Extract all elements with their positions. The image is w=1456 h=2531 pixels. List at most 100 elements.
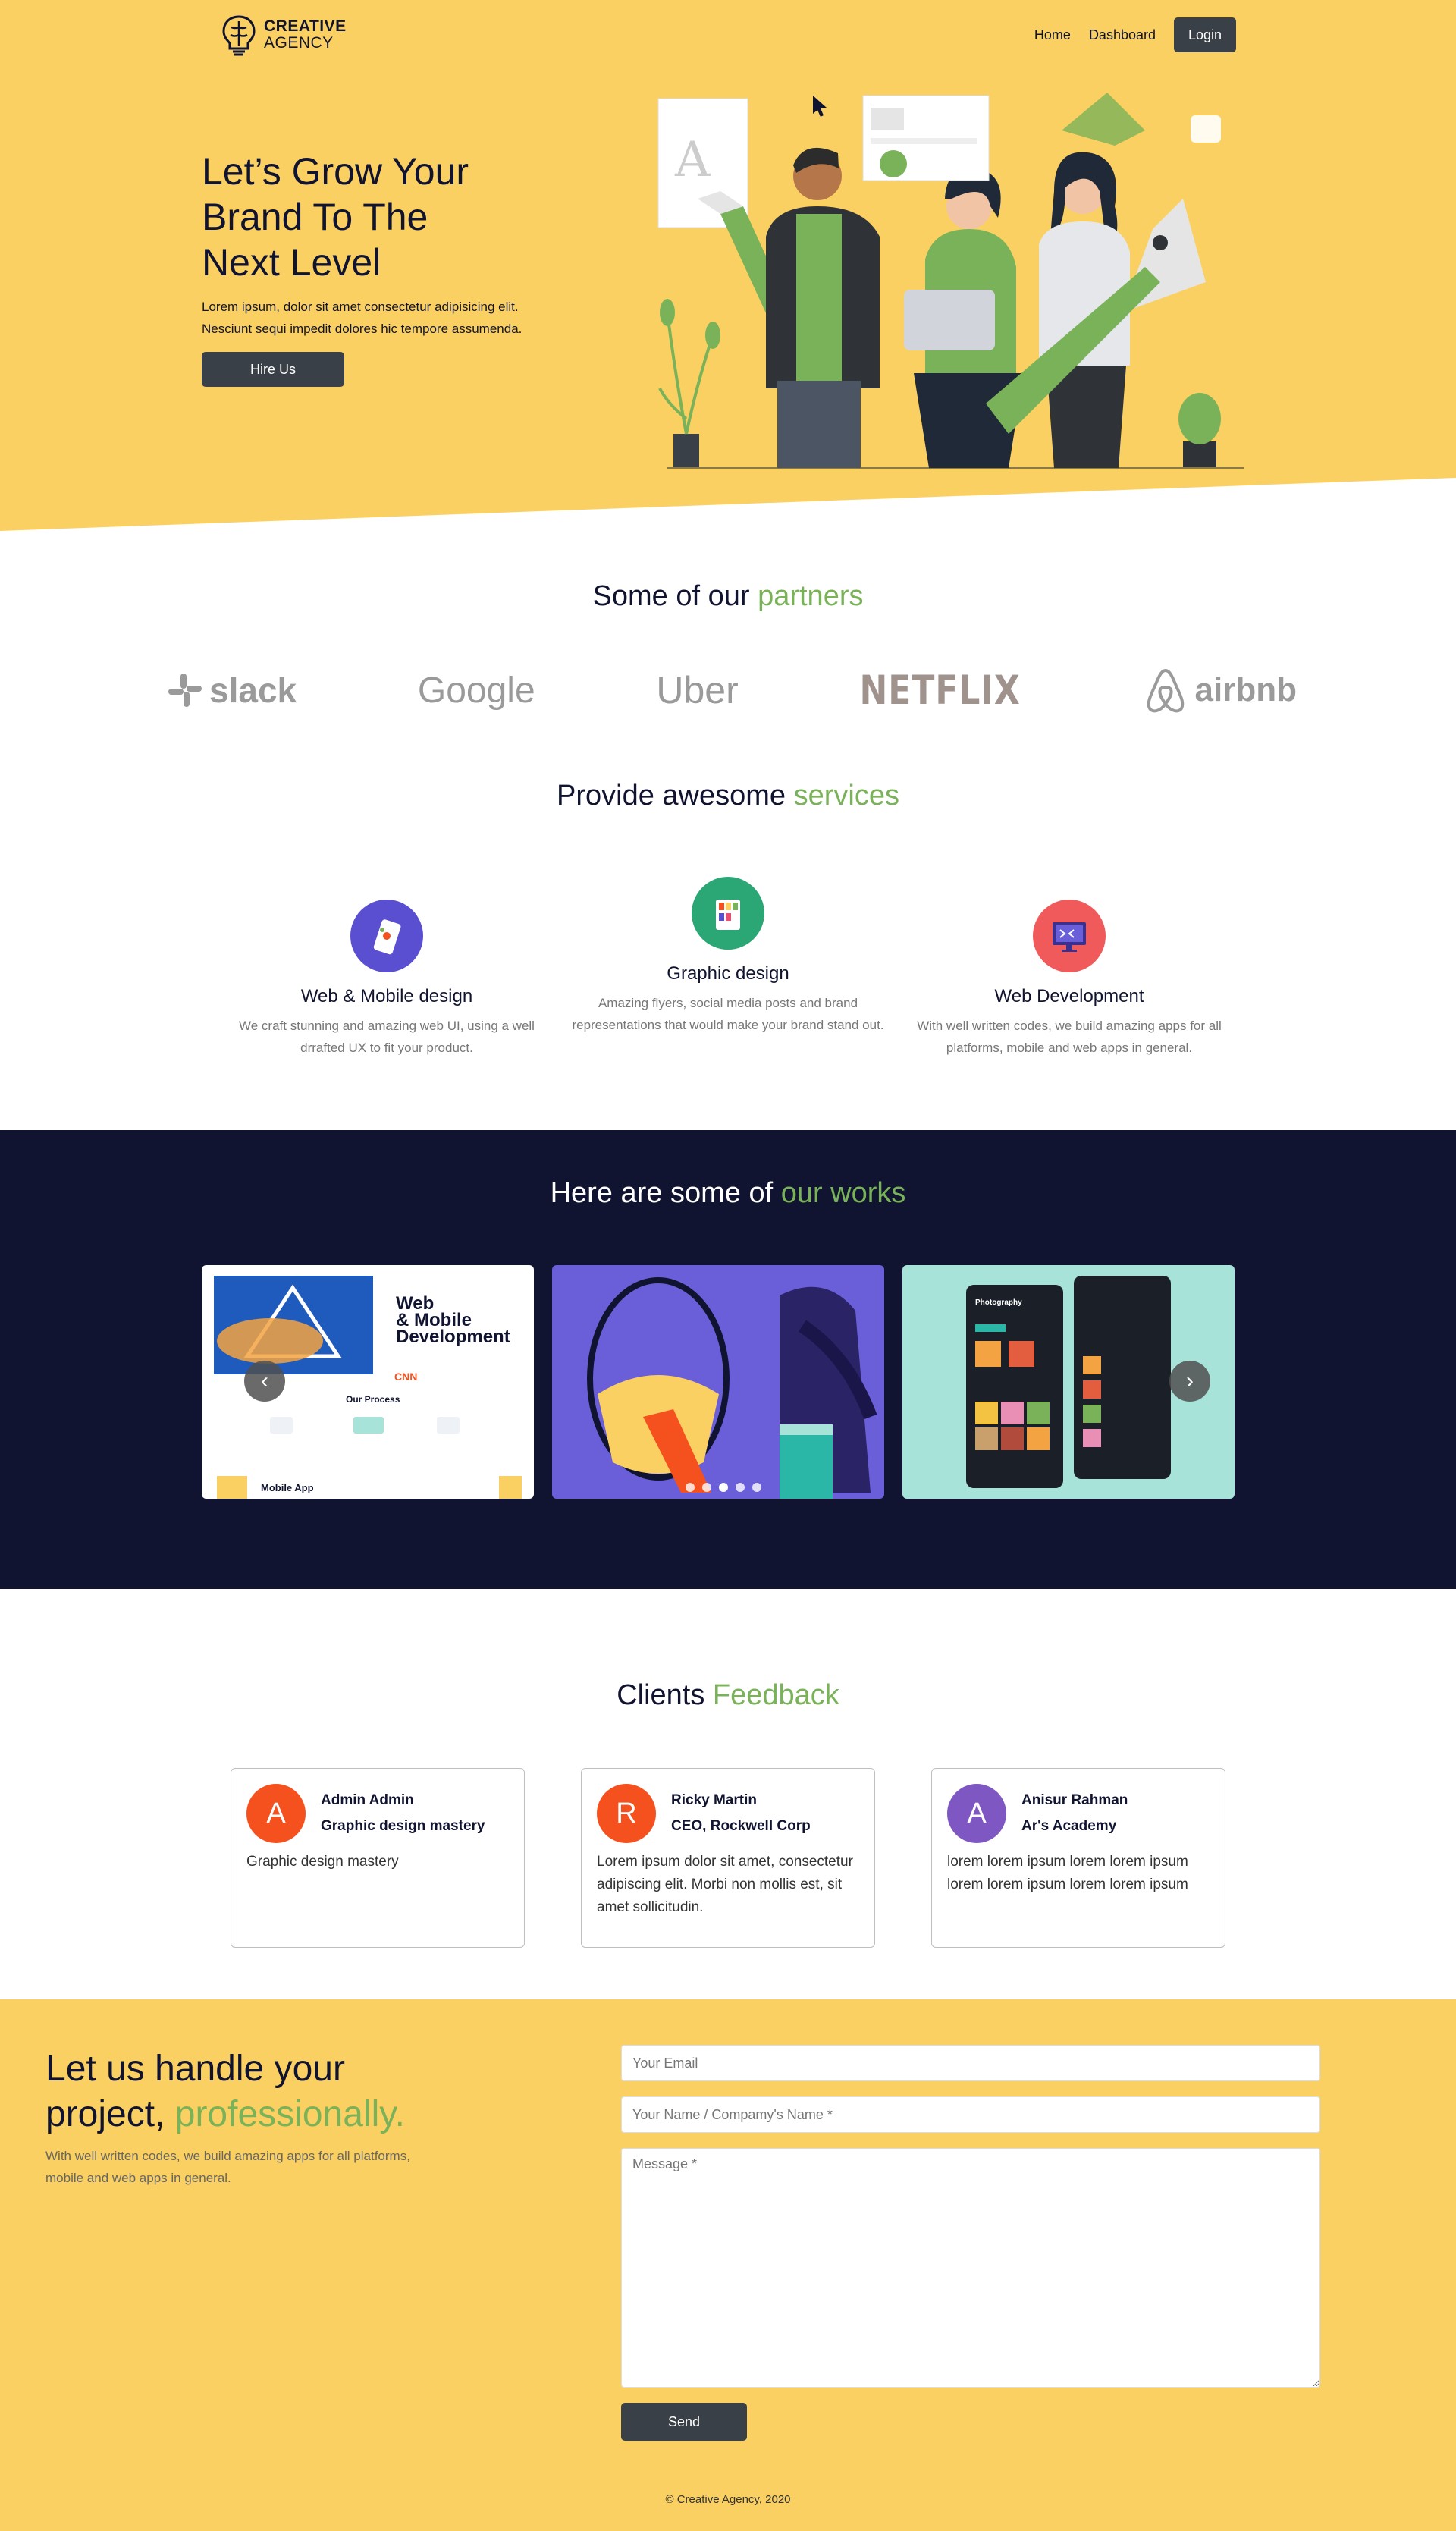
nav-dashboard-link[interactable]: Dashboard: [1089, 27, 1156, 43]
brand-logo[interactable]: CREATIVE AGENCY: [220, 12, 347, 58]
feedback-title: Clients Feedback: [0, 1679, 1456, 1712]
carousel-dot[interactable]: [702, 1483, 711, 1492]
contact-section: Let us handle your project, professional…: [0, 1999, 1456, 2531]
slide-process-label: Our Process: [346, 1394, 400, 1405]
client-name: Admin Admin: [321, 1792, 414, 1808]
contact-title-accent: professionally.: [174, 2094, 406, 2134]
nav-home-link[interactable]: Home: [1034, 27, 1071, 43]
contact-intro: Let us handle your project, professional…: [46, 2046, 516, 2189]
work-slide-illustration[interactable]: [552, 1265, 884, 1499]
works-title-plain: Here are some of: [550, 1177, 774, 1209]
uber-logo: Uber: [656, 669, 739, 711]
service-card-graphic-design[interactable]: Graphic design Amazing flyers, social me…: [561, 872, 895, 1069]
feedback-title-accent: Feedback: [712, 1679, 839, 1711]
slack-icon: [168, 674, 202, 707]
service-description: With well written codes, we build amazin…: [917, 1019, 1222, 1055]
partners-title-plain: Some of our: [592, 580, 750, 612]
carousel-dot[interactable]: [686, 1483, 695, 1492]
hero-text: Let’s Grow Your Brand To The Next Level …: [202, 149, 596, 387]
feedback-title-plain: Clients: [617, 1679, 705, 1711]
footer-copyright: © Creative Agency, 2020: [665, 2493, 791, 2506]
carousel-dot[interactable]: [752, 1483, 761, 1492]
client-role: Ar's Academy: [1021, 1818, 1117, 1834]
services-title-accent: services: [793, 780, 899, 812]
carousel-next-button[interactable]: ›: [1169, 1361, 1210, 1402]
partners-logos: slack Google Uber NETFLIX airbnb: [167, 652, 1297, 728]
hero-desc-line-2: Nesciunt sequi impedit dolores hic tempo…: [202, 322, 522, 336]
hire-us-button[interactable]: Hire Us: [202, 352, 344, 387]
feedback-card: A Anisur Rahman Ar's Academy lorem lorem…: [931, 1768, 1225, 1948]
hero-title: Let’s Grow Your Brand To The Next Level: [202, 149, 596, 285]
client-name: Ricky Martin: [671, 1792, 757, 1808]
slide-bottom-label: Mobile App: [261, 1482, 314, 1493]
service-card-web-development[interactable]: Web Development With well written codes,…: [902, 872, 1236, 1069]
client-role: Graphic design mastery: [321, 1818, 485, 1834]
contact-description: With well written codes, we build amazin…: [46, 2145, 516, 2189]
send-button[interactable]: Send: [621, 2403, 747, 2441]
hero-desc-line-1: Lorem ipsum, dolor sit amet consectetur …: [202, 300, 519, 314]
slide-heading: Web & Mobile Development: [396, 1295, 510, 1346]
name-field[interactable]: [621, 2096, 1320, 2133]
service-title: Graphic design: [667, 963, 789, 984]
client-info: Anisur Rahman Ar's Academy: [1021, 1788, 1128, 1839]
slide-app-label: Photography: [975, 1298, 1022, 1307]
services-list: Web & Mobile design We craft stunning an…: [220, 872, 1236, 1069]
netflix-logo: NETFLIX: [859, 667, 1021, 714]
slack-logo: slack: [167, 670, 297, 711]
works-section: Here are some of our works CNN Web & Mob…: [0, 1130, 1456, 1589]
avatar: A: [947, 1784, 1006, 1843]
hero-description: Lorem ipsum, dolor sit amet consectetur …: [202, 296, 596, 340]
slack-logo-text: slack: [209, 670, 297, 710]
airbnb-logo-text: airbnb: [1194, 671, 1297, 708]
chevron-left-icon: ‹: [261, 1368, 268, 1393]
contact-title-line-1: Let us handle your: [46, 2049, 345, 2089]
svg-text:A: A: [674, 132, 711, 188]
feedback-text: lorem lorem ipsum lorem lorem ipsum lore…: [947, 1854, 1188, 1892]
airbnb-icon: [1147, 668, 1184, 713]
mobile-design-icon: [350, 900, 423, 972]
avatar: A: [246, 1784, 306, 1843]
service-description: Amazing flyers, social media posts and b…: [572, 996, 884, 1032]
contact-desc-line-2: mobile and web apps in general.: [46, 2171, 231, 2185]
color-palette-icon: [692, 877, 764, 950]
hero-title-line-2: Brand To The: [202, 196, 428, 238]
email-field[interactable]: [621, 2045, 1320, 2081]
hero-illustration: A: [657, 93, 1244, 469]
navbar: CREATIVE AGENCY Home Dashboard Login: [220, 12, 1236, 58]
monitor-code-icon: [1033, 900, 1106, 972]
works-title-accent: our works: [780, 1177, 906, 1209]
carousel-prev-button[interactable]: ‹: [244, 1361, 285, 1402]
hero-title-line-1: Let’s Grow Your: [202, 150, 469, 193]
feedback-card-header: A Admin Admin Graphic design mastery: [246, 1784, 509, 1843]
client-info: Admin Admin Graphic design mastery: [321, 1788, 485, 1839]
feedback-card: R Ricky Martin CEO, Rockwell Corp Lorem …: [581, 1768, 875, 1948]
contact-desc-line-1: With well written codes, we build amazin…: [46, 2149, 410, 2163]
feedback-text: Graphic design mastery: [246, 1854, 399, 1870]
works-title: Here are some of our works: [0, 1177, 1456, 1210]
works-carousel[interactable]: CNN Web & Mobile Development Our Process…: [202, 1265, 1236, 1499]
nav-menu: Home Dashboard Login: [1034, 17, 1236, 52]
contact-title: Let us handle your project, professional…: [46, 2046, 516, 2137]
service-title: Web & Mobile design: [300, 986, 473, 1006]
airbnb-logo: airbnb: [1142, 666, 1297, 714]
feedback-card-header: A Anisur Rahman Ar's Academy: [947, 1784, 1210, 1843]
services-title-plain: Provide awesome: [557, 780, 786, 812]
carousel-dot[interactable]: [736, 1483, 745, 1492]
login-button[interactable]: Login: [1174, 17, 1236, 52]
slide-heading-line-3: Development: [396, 1327, 510, 1347]
contact-form: Send: [621, 2045, 1320, 2441]
client-name: Anisur Rahman: [1021, 1792, 1128, 1808]
carousel-dot-active[interactable]: [719, 1483, 728, 1492]
feedback-card-header: R Ricky Martin CEO, Rockwell Corp: [597, 1784, 859, 1843]
service-card-web-mobile[interactable]: Web & Mobile design We craft stunning an…: [220, 872, 554, 1069]
hero-title-line-3: Next Level: [202, 241, 381, 284]
brain-bulb-icon: [222, 15, 256, 56]
chevron-right-icon: ›: [1186, 1368, 1194, 1393]
feedback-cards: A Admin Admin Graphic design mastery Gra…: [231, 1768, 1225, 1948]
brand-name: CREATIVE AGENCY: [264, 18, 347, 52]
partners-title-accent: partners: [758, 580, 864, 612]
google-logo: Google: [417, 670, 535, 711]
svg-text:CNN: CNN: [394, 1371, 417, 1383]
message-field[interactable]: [621, 2148, 1320, 2388]
contact-title-line-2: project,: [46, 2094, 165, 2134]
